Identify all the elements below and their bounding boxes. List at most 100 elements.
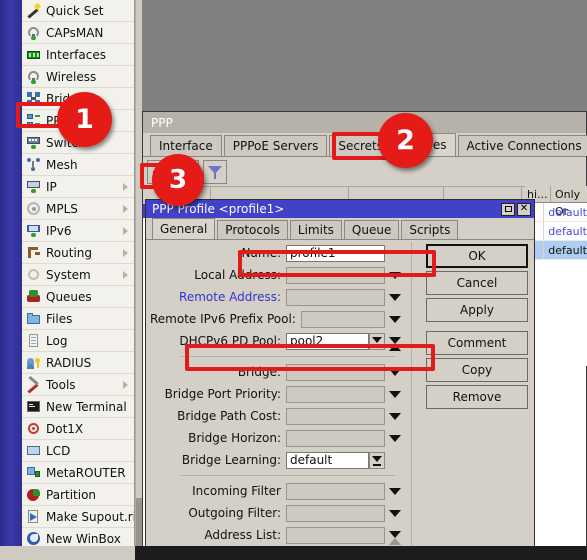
system-icon: [26, 267, 41, 282]
tab-active-connections[interactable]: Active Connections: [457, 135, 587, 156]
sidebar-item-new-winbox[interactable]: New WinBox: [22, 528, 134, 546]
remove-button[interactable]: Remove: [426, 385, 528, 409]
sidebar-item-lcd[interactable]: LCD: [22, 440, 134, 462]
chevron-down-icon[interactable]: [385, 309, 405, 329]
sidebar-item-label: Queues: [46, 289, 92, 304]
form-separator: [180, 356, 395, 357]
sidebar-item-quick-set[interactable]: Quick Set: [22, 0, 134, 22]
dialog-button-column[interactable]: OK Cancel Apply Comment Copy Remove: [426, 244, 528, 412]
sidebar-item-mpls[interactable]: MPLS: [22, 198, 134, 220]
sidebar-item-label: New WinBox: [46, 531, 121, 546]
form-row-remote-ipv6-prefix-pool: Remote IPv6 Prefix Pool:: [150, 308, 405, 330]
row-cell-only-on: default: [548, 225, 587, 238]
field-input-bridge-learning[interactable]: default: [286, 451, 369, 469]
field-input-remote-ipv6-prefix-pool[interactable]: [300, 310, 385, 328]
copy-button[interactable]: Copy: [426, 358, 528, 382]
field-label-local-address: Local Address:: [194, 268, 281, 282]
sidebar-item-new-terminal[interactable]: New Terminal: [22, 396, 134, 418]
mesh-icon: [26, 157, 41, 172]
chevron-down-icon[interactable]: [385, 265, 405, 285]
sidebar-item-partition[interactable]: Partition: [22, 484, 134, 506]
profile-form[interactable]: Name: profile1 Local Address: Remote Addres…: [150, 242, 405, 547]
dialog-body: Name: profile1 Local Address: Remote Addres…: [146, 240, 534, 547]
ppp-toolbar[interactable]: [143, 157, 586, 187]
field-input-address-list[interactable]: [286, 526, 385, 544]
winbox-vertical-strip: RouterOS WinBox: [0, 0, 22, 560]
filter-icon[interactable]: [203, 159, 227, 184]
partition-icon: [26, 487, 41, 502]
chevron-down-icon[interactable]: [385, 362, 405, 382]
winbox-icon: [26, 531, 41, 546]
chevron-up-icon[interactable]: [385, 331, 405, 351]
sidebar-item-queues[interactable]: Queues: [22, 286, 134, 308]
field-input-dhcpv6-pd-pool[interactable]: pool2: [286, 332, 369, 350]
sidebar-scrollbar[interactable]: [135, 0, 143, 546]
field-input-incoming-filter[interactable]: [286, 482, 385, 500]
field-label-bridge-horizon: Bridge Horizon:: [188, 431, 281, 445]
sidebar-item-label: Files: [46, 311, 73, 326]
sidebar-item-mesh[interactable]: Mesh: [22, 154, 134, 176]
field-input-bridge-port-priority[interactable]: [286, 385, 385, 403]
tab-interface[interactable]: Interface: [150, 135, 222, 156]
dialog-tab-queue[interactable]: Queue: [343, 220, 400, 239]
field-label-remote-ipv6-prefix-pool: Remote IPv6 Prefix Pool:: [150, 312, 296, 326]
dot1x-icon: [26, 421, 41, 436]
dialog-tab-scripts[interactable]: Scripts: [401, 220, 459, 239]
sidebar-item-files[interactable]: Files: [22, 308, 134, 330]
dialog-tab-bar[interactable]: General Protocols Limits Queue Scripts: [146, 218, 534, 240]
chevron-down-icon[interactable]: [385, 406, 405, 426]
chevron-down-icon[interactable]: [385, 287, 405, 307]
sidebar-item-ipv6[interactable]: IPv6: [22, 220, 134, 242]
main-menu-sidebar[interactable]: Quick SetCAPsMANInterfacesWirelessBridge…: [22, 0, 135, 546]
chevron-up-icon[interactable]: [385, 525, 405, 545]
sidebar-item-label: New Terminal: [46, 399, 127, 414]
field-input-outgoing-filter[interactable]: [286, 504, 385, 522]
sidebar-item-wireless[interactable]: Wireless: [22, 66, 134, 88]
sidebar-item-dot1x[interactable]: Dot1X: [22, 418, 134, 440]
field-input-local-address[interactable]: [286, 266, 385, 284]
close-icon[interactable]: ✕: [517, 202, 531, 216]
dropdown-button[interactable]: [369, 332, 385, 350]
bottom-bar: [0, 546, 587, 560]
dialog-tab-protocols[interactable]: Protocols: [217, 220, 288, 239]
field-input-name[interactable]: profile1: [286, 244, 385, 262]
column-header-only-on[interactable]: Only Or: [551, 186, 587, 218]
chevron-down-icon[interactable]: [385, 384, 405, 404]
field-input-bridge-path-cost[interactable]: [286, 407, 385, 425]
tab-pppoe-servers[interactable]: PPPoE Servers: [223, 135, 328, 156]
sidebar-item-tools[interactable]: Tools: [22, 374, 134, 396]
annotation-marker-3: 3: [152, 154, 204, 206]
apply-button[interactable]: Apply: [426, 298, 528, 322]
lcd-icon: [26, 443, 41, 458]
chevron-down-icon[interactable]: [385, 503, 405, 523]
ppp-profile-dialog: PPP Profile <profile1> ✕ General Protocol…: [145, 199, 535, 548]
sidebar-item-metarouter[interactable]: MetaROUTER: [22, 462, 134, 484]
chevron-down-icon[interactable]: [385, 481, 405, 501]
sidebar-item-capsman[interactable]: CAPsMAN: [22, 22, 134, 44]
field-input-bridge[interactable]: [286, 363, 385, 381]
cancel-button[interactable]: Cancel: [426, 271, 528, 295]
sidebar-item-system[interactable]: System: [22, 264, 134, 286]
sidebar-item-label: Mesh: [46, 157, 78, 172]
dialog-tab-limits[interactable]: Limits: [289, 220, 342, 239]
sidebar-item-label: Log: [46, 333, 68, 348]
comment-button[interactable]: Comment: [426, 331, 528, 355]
sidebar-item-interfaces[interactable]: Interfaces: [22, 44, 134, 66]
ppp-window-title: PPP: [151, 115, 173, 130]
dialog-titlebar[interactable]: PPP Profile <profile1> ✕: [146, 200, 534, 218]
dropdown-button[interactable]: [369, 451, 385, 469]
sidebar-item-routing[interactable]: Routing: [22, 242, 134, 264]
chevron-down-icon[interactable]: [385, 428, 405, 448]
field-input-remote-address[interactable]: [286, 288, 385, 306]
ppp-tab-bar[interactable]: InterfacePPPoE ServersSecretsProfilesAct…: [143, 133, 587, 157]
form-row-remote-address: Remote Address:: [150, 286, 405, 308]
sidebar-item-make-supout-rif[interactable]: Make Supout.rif: [22, 506, 134, 528]
dialog-tab-general[interactable]: General: [152, 218, 216, 239]
chevron-right-icon: [123, 381, 128, 389]
maximize-icon[interactable]: [501, 202, 515, 216]
sidebar-item-radius[interactable]: RADIUS: [22, 352, 134, 374]
sidebar-item-ip[interactable]: IP: [22, 176, 134, 198]
ok-button[interactable]: OK: [426, 244, 528, 268]
field-input-bridge-horizon[interactable]: [286, 429, 385, 447]
sidebar-item-log[interactable]: Log: [22, 330, 134, 352]
